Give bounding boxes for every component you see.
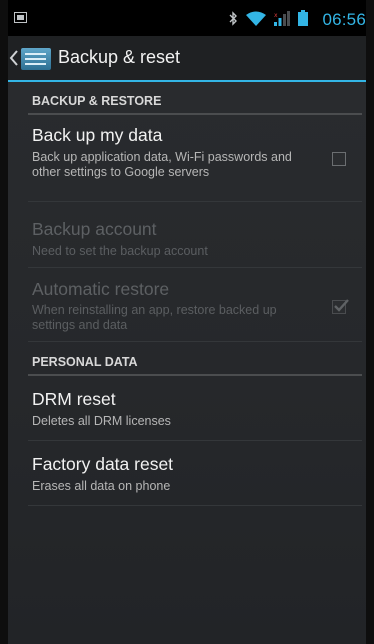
section-header-label: PERSONAL DATA [32,355,138,369]
signal-icon: x [274,10,290,26]
wifi-icon [246,11,266,26]
checkmark-icon [333,297,349,317]
item-summary: When reinstalling an app, restore backed… [32,303,277,332]
item-summary: Back up application data, Wi-Fi password… [32,150,292,179]
list-item-backup-account[interactable]: Backup account Need to set the backup ac… [28,202,362,268]
clock-time: 06:56 [322,10,366,29]
automatic-restore-checkbox[interactable] [332,297,349,317]
backup-data-checkbox[interactable] [332,152,346,166]
item-title: DRM reset [32,389,116,409]
bluetooth-icon [229,10,238,26]
item-title: Back up my data [32,125,163,145]
section-header-personal: PERSONAL DATA [28,348,362,376]
status-bar: x 06:56 [8,0,366,36]
item-summary: Deletes all DRM licenses [32,414,171,428]
item-summary: Need to set the backup account [32,244,208,258]
section-header-label: BACKUP & RESTORE [32,94,162,108]
item-title: Automatic restore [32,279,170,299]
settings-icon[interactable] [21,48,51,70]
item-title: Factory data reset [32,454,174,474]
list-item-factory-reset[interactable]: Factory data reset Erases all data on ph… [28,441,362,506]
list-item-automatic-restore[interactable]: Automatic restore When reinstalling an a… [28,268,362,342]
action-bar[interactable]: Backup & reset [8,36,366,82]
status-icons: x [229,9,308,27]
battery-icon [298,10,308,26]
chevron-left-icon[interactable] [9,50,19,66]
notification-icon [14,12,27,23]
list-item-drm-reset[interactable]: DRM reset Deletes all DRM licenses [28,376,362,441]
section-header-backup: BACKUP & RESTORE [28,87,362,115]
page-title: Backup & reset [58,47,181,67]
item-title: Backup account [32,219,157,239]
item-summary: Erases all data on phone [32,479,171,493]
phone-screen: x 06:56 Backup & reset BACKUP & RESTORE … [8,0,366,644]
list-item-backup-data[interactable]: Back up my data Back up application data… [28,116,362,202]
svg-text:x: x [274,12,278,19]
